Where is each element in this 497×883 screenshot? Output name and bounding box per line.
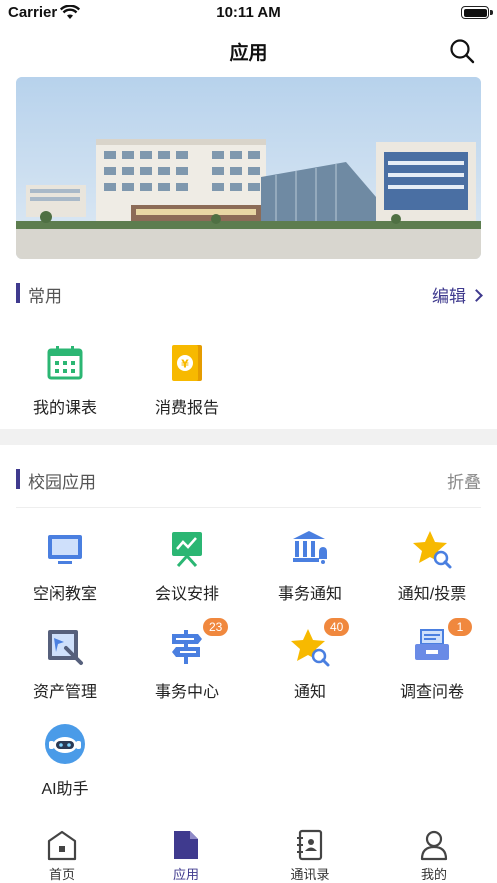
common-section-header: 常用 编辑 <box>0 272 497 312</box>
app-item-survey[interactable]: 1 调查问卷 <box>370 618 494 718</box>
app-label: AI助手 <box>41 781 89 798</box>
notification-badge: 1 <box>448 618 472 636</box>
tab-apps[interactable]: 应用 <box>124 823 248 883</box>
app-item-ai-assistant[interactable]: AI助手 <box>3 723 127 815</box>
app-label: 通知 <box>293 684 326 701</box>
monitor-icon <box>48 535 82 564</box>
search-icon[interactable] <box>449 38 475 64</box>
app-label: 通知/投票 <box>397 586 467 603</box>
document-icon <box>174 831 198 859</box>
divider <box>16 507 481 508</box>
tab-home[interactable]: 首页 <box>0 823 124 883</box>
app-label: 我的课表 <box>32 400 97 417</box>
status-time: 10:11 AM <box>216 4 281 21</box>
robot-icon <box>45 724 85 764</box>
app-item-free-classroom[interactable]: 空闲教室 <box>3 528 127 620</box>
star-search-icon <box>291 629 330 667</box>
section-indicator <box>16 283 20 303</box>
app-item-affairs-notice[interactable]: 事务通知 <box>248 528 372 620</box>
app-label: 调查问卷 <box>399 684 464 701</box>
person-icon <box>420 830 448 861</box>
app-label: 空闲教室 <box>32 586 97 603</box>
presentation-board-icon <box>172 532 202 568</box>
tab-bar: 首页 应用 通讯录 我的 <box>0 823 497 883</box>
chevron-right-icon <box>470 289 483 302</box>
campus-building-photo <box>16 77 481 259</box>
status-bar: Carrier 10:11 AM <box>0 0 497 26</box>
calendar-icon <box>47 346 83 380</box>
section-divider <box>0 429 497 445</box>
section-indicator <box>16 469 20 489</box>
bank-bell-icon <box>293 531 327 564</box>
notification-badge: 40 <box>324 618 350 636</box>
asset-edit-icon <box>48 630 83 665</box>
home-icon <box>47 830 77 861</box>
edit-button[interactable]: 编辑 <box>432 282 483 307</box>
star-search-icon <box>413 531 452 569</box>
tab-label: 我的 <box>420 867 447 882</box>
nav-bar: 应用 <box>0 26 497 76</box>
tab-label: 首页 <box>48 867 75 882</box>
tab-label: 应用 <box>172 867 199 882</box>
campus-banner[interactable] <box>16 77 481 259</box>
app-label: 消费报告 <box>154 400 219 417</box>
fold-button[interactable]: 折叠 <box>447 468 481 493</box>
app-item-consumption-report[interactable]: ¥ 消费报告 <box>125 342 249 434</box>
app-label: 资产管理 <box>32 684 97 701</box>
tab-label: 通讯录 <box>290 867 330 882</box>
app-item-notice[interactable]: 40 通知 <box>248 618 372 718</box>
section-title: 校园应用 <box>28 473 96 492</box>
contacts-book-icon <box>297 829 323 861</box>
yuan-book-icon: ¥ <box>172 345 202 381</box>
app-item-affairs-center[interactable]: 23 事务中心 <box>125 618 249 718</box>
app-label: 事务中心 <box>154 684 219 701</box>
notification-badge: 23 <box>203 618 229 636</box>
app-label: 会议安排 <box>154 586 219 603</box>
tab-mine[interactable]: 我的 <box>372 823 496 883</box>
signpost-icon <box>172 630 202 664</box>
app-item-meeting-schedule[interactable]: 会议安排 <box>125 528 249 620</box>
campus-section-header: 校园应用 折叠 <box>0 458 497 498</box>
page-title: 应用 <box>229 43 268 64</box>
edit-label: 编辑 <box>432 287 466 306</box>
app-item-asset-management[interactable]: 资产管理 <box>3 626 127 718</box>
tab-contacts[interactable]: 通讯录 <box>248 823 372 883</box>
app-label: 事务通知 <box>277 586 342 603</box>
app-item-notice-vote[interactable]: 通知/投票 <box>370 528 494 620</box>
printer-form-icon <box>415 629 449 660</box>
app-item-schedule[interactable]: 我的课表 <box>3 342 127 434</box>
svg-text:¥: ¥ <box>181 358 189 371</box>
battery-icon <box>461 6 493 19</box>
section-title: 常用 <box>28 287 62 306</box>
